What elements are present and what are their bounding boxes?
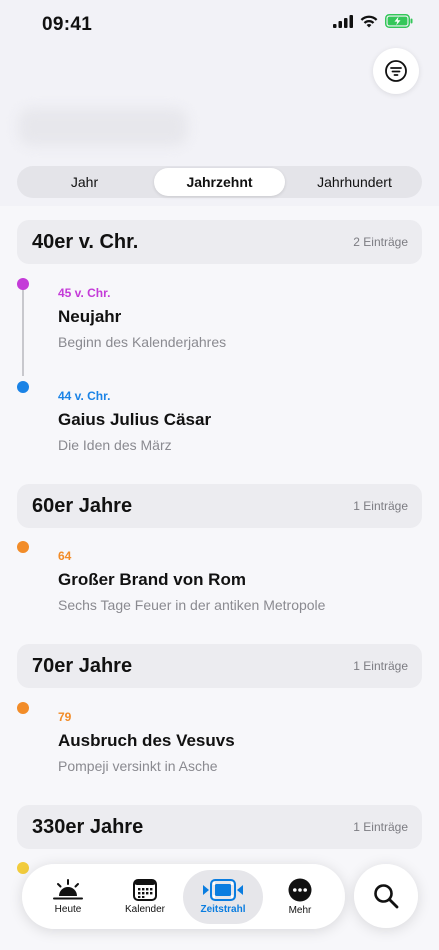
tab-kalender[interactable]: Kalender — [106, 870, 184, 924]
timeline-dot — [17, 278, 29, 290]
timeline-connector — [22, 284, 24, 376]
status-icons — [333, 14, 413, 28]
segment-jahr[interactable]: Jahr — [19, 168, 150, 196]
tab-label: Mehr — [288, 905, 312, 916]
section-title: 330er Jahre — [32, 815, 144, 838]
search-icon — [374, 884, 399, 909]
section-count: 1 Einträge — [353, 659, 408, 673]
timeline-entry[interactable]: 79 Ausbruch des Vesuvs Pompeji versinkt … — [58, 710, 418, 774]
timeline-dot — [17, 381, 29, 393]
timeline-entry[interactable]: 45 v. Chr. Neujahr Beginn des Kalenderja… — [58, 286, 418, 350]
timeline-entry[interactable]: 64 Großer Brand von Rom Sechs Tage Feuer… — [58, 549, 418, 613]
entry-title: Ausbruch des Vesuvs — [58, 731, 235, 750]
tab-mehr[interactable]: Mehr — [261, 870, 339, 924]
section-count: 1 Einträge — [353, 499, 408, 513]
more-icon — [288, 878, 312, 902]
segment-jahrzehnt[interactable]: Jahrzehnt — [154, 168, 285, 196]
entry-subtitle: Pompeji versinkt in Asche — [58, 758, 218, 774]
tab-heute[interactable]: Heute — [29, 870, 107, 924]
blurred-page-title — [18, 108, 188, 146]
entry-title: Gaius Julius Cäsar — [58, 410, 212, 429]
search-button[interactable] — [354, 864, 418, 928]
calendar-icon — [133, 879, 157, 901]
filter-button[interactable] — [373, 48, 419, 94]
section-header: 330er Jahre 1 Einträge — [17, 805, 422, 849]
entry-year: 44 v. Chr. — [58, 389, 111, 403]
timeline-entry[interactable]: 44 v. Chr. Gaius Julius Cäsar Die Iden d… — [58, 389, 418, 453]
tab-label: Zeitstrahl — [200, 904, 246, 915]
section-title: 60er Jahre — [32, 494, 133, 517]
section-title: 70er Jahre — [32, 654, 133, 677]
tab-label: Heute — [54, 904, 82, 915]
entry-subtitle: Beginn des Kalenderjahres — [58, 334, 227, 350]
sunrise-icon — [53, 879, 83, 900]
entry-subtitle: Die Iden des März — [58, 437, 172, 453]
timeline-list: 40er v. Chr. 2 Einträge 45 v. Chr. Neuja… — [0, 206, 439, 950]
timeline-dot — [17, 702, 29, 714]
tab-bar: Heute Kalender Zeitstrahl Mehr — [22, 864, 345, 929]
entry-title: Neujahr — [58, 307, 122, 326]
entry-title: Großer Brand von Rom — [58, 570, 246, 589]
entry-year: 79 — [58, 710, 72, 724]
section-count: 1 Einträge — [353, 820, 408, 834]
section-header: 70er Jahre 1 Einträge — [17, 644, 422, 688]
battery-icon — [385, 14, 413, 28]
timeline-dot — [17, 862, 29, 874]
wifi-icon — [360, 15, 378, 27]
status-time: 09:41 — [42, 14, 93, 35]
entry-subtitle: Sechs Tage Feuer in der antiken Metropol… — [58, 597, 326, 613]
timeline-icon — [203, 879, 243, 901]
section-header: 40er v. Chr. 2 Einträge — [17, 220, 422, 264]
period-segmented-control: Jahr Jahrzehnt Jahrhundert — [17, 166, 422, 198]
timeline-dot — [17, 541, 29, 553]
segment-jahrhundert[interactable]: Jahrhundert — [289, 168, 420, 196]
section-header: 60er Jahre 1 Einträge — [17, 484, 422, 528]
section-count: 2 Einträge — [353, 235, 408, 249]
entry-year: 45 v. Chr. — [58, 286, 111, 300]
entry-year: 64 — [58, 549, 72, 563]
tab-zeitstrahl[interactable]: Zeitstrahl — [183, 870, 263, 924]
signal-icon — [333, 14, 353, 28]
tab-label: Kalender — [124, 904, 166, 915]
status-bar: 09:41 — [0, 0, 439, 50]
section-title: 40er v. Chr. — [32, 230, 139, 253]
filter-icon — [385, 60, 407, 82]
